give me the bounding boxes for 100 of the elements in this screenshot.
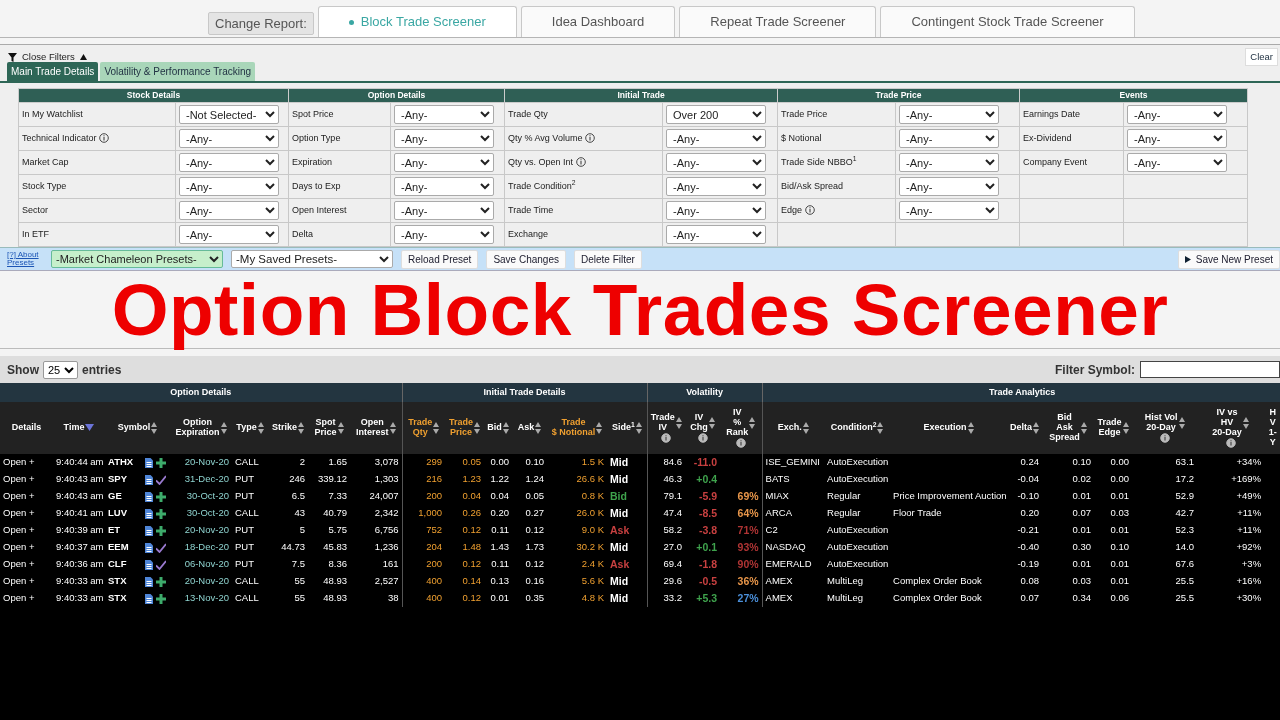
sort-icon[interactable] (389, 422, 396, 434)
document-icon[interactable] (145, 542, 153, 553)
column-header[interactable]: Ask (517, 423, 535, 433)
filter-dropdown[interactable]: -Any- (1127, 129, 1227, 148)
ticker-text[interactable]: ET (108, 523, 142, 538)
info-icon[interactable] (1225, 437, 1236, 448)
filter-dropdown[interactable]: -Any- (394, 153, 494, 172)
plus-icon[interactable] (156, 508, 166, 519)
report-tab[interactable]: Repeat Trade Screener (679, 6, 877, 37)
info-icon[interactable] (584, 133, 595, 144)
filter-dropdown[interactable]: -Any- (394, 105, 494, 124)
page-size-dropdown[interactable]: 25 (43, 360, 78, 379)
sort-icon[interactable] (1178, 416, 1185, 429)
sort-icon[interactable] (708, 416, 715, 429)
ticker-text[interactable]: STX (108, 574, 142, 589)
column-header[interactable]: Condition$^{2}$ (830, 423, 877, 433)
preset-button[interactable]: Reload Preset (401, 249, 479, 269)
plus-icon[interactable] (156, 491, 166, 502)
filter-dropdown[interactable]: -Any- (666, 129, 766, 148)
ticker-text[interactable]: SPY (108, 472, 142, 487)
sort-icon[interactable] (535, 422, 542, 434)
document-icon[interactable] (145, 508, 153, 519)
report-tab[interactable]: Idea Dashboard (520, 6, 676, 37)
filter-dropdown[interactable]: -Any- (666, 177, 766, 196)
filter-symbol-field[interactable] (1140, 361, 1280, 378)
column-header[interactable]: Strike (272, 423, 297, 433)
preset-button[interactable]: Save Changes (486, 249, 566, 269)
filter-dropdown[interactable]: -Any- (179, 201, 279, 220)
info-icon[interactable] (575, 157, 586, 168)
saved-presets-dropdown[interactable]: -My Saved Presets- (231, 250, 393, 268)
document-icon[interactable] (145, 491, 153, 502)
column-header[interactable]: Time (63, 423, 85, 433)
plus-icon[interactable] (156, 576, 166, 587)
presets-dropdown[interactable]: -Market Chameleon Presets- (51, 250, 223, 268)
document-icon[interactable] (145, 593, 153, 604)
column-header[interactable]: Side$^{1}$ (611, 423, 635, 433)
info-icon[interactable] (804, 205, 815, 216)
column-header[interactable]: Delta (1010, 423, 1033, 433)
filter-dropdown[interactable]: -Any- (666, 225, 766, 244)
save-new-preset-button[interactable]: Save New Preset (1177, 249, 1280, 269)
column-header[interactable]: Type (236, 423, 257, 433)
document-icon[interactable] (145, 576, 153, 587)
sort-icon[interactable] (151, 422, 158, 434)
clear-button[interactable]: Clear (1245, 47, 1278, 67)
filter-dropdown[interactable]: -Any- (666, 201, 766, 220)
sort-icon[interactable] (337, 422, 344, 434)
sort-icon[interactable] (257, 422, 264, 434)
report-tab[interactable]: Contingent Stock Trade Screener (880, 6, 1135, 37)
plus-icon[interactable] (156, 593, 166, 604)
sort-icon[interactable] (1033, 422, 1040, 434)
filter-dropdown[interactable]: -Not Selected- (179, 105, 279, 124)
column-header[interactable]: Details (11, 423, 42, 433)
filter-dropdown[interactable]: -Any- (899, 105, 999, 124)
filter-dropdown[interactable]: -Any- (179, 129, 279, 148)
filter-dropdown[interactable]: -Any- (394, 177, 494, 196)
close-filters-toggle[interactable]: Close Filters (22, 49, 87, 65)
sort-icon[interactable] (1242, 416, 1249, 429)
check-icon[interactable] (156, 559, 166, 570)
sort-icon[interactable] (433, 422, 440, 434)
sort-icon[interactable] (298, 422, 304, 434)
filter-dropdown[interactable]: -Any- (899, 129, 999, 148)
filter-dropdown[interactable]: -Any- (899, 201, 999, 220)
document-icon[interactable] (145, 559, 153, 570)
filter-dropdown[interactable]: -Any- (179, 225, 279, 244)
filter-dropdown[interactable]: -Any- (899, 153, 999, 172)
filter-dropdown[interactable]: -Any- (179, 153, 279, 172)
info-icon[interactable] (1159, 432, 1170, 443)
column-header[interactable]: Symbol (117, 423, 151, 433)
info-icon[interactable] (697, 432, 708, 443)
filter-tab[interactable]: Volatility & Performance Tracking (100, 62, 256, 81)
sort-icon[interactable] (502, 422, 509, 434)
filter-dropdown[interactable]: -Any- (1127, 105, 1227, 124)
column-header[interactable]: Execution (923, 423, 967, 433)
sort-icon[interactable] (220, 422, 227, 434)
sort-icon[interactable] (749, 416, 756, 429)
ticker-text[interactable]: EEM (108, 540, 142, 555)
document-icon[interactable] (145, 525, 153, 536)
column-header[interactable]: Exch. (777, 423, 802, 433)
sort-icon[interactable] (967, 422, 974, 434)
plus-icon[interactable] (156, 525, 166, 536)
info-icon[interactable] (661, 432, 672, 443)
check-icon[interactable] (156, 542, 166, 553)
sort-icon[interactable] (877, 422, 884, 434)
sort-icon[interactable] (596, 422, 603, 434)
filter-dropdown[interactable]: -Any- (179, 177, 279, 196)
sort-icon[interactable] (675, 416, 682, 429)
filter-dropdown[interactable]: Over 200 (666, 105, 766, 124)
filter-dropdown[interactable]: -Any- (899, 177, 999, 196)
sort-icon[interactable] (1080, 422, 1087, 434)
document-icon[interactable] (145, 457, 153, 468)
filter-dropdown[interactable]: -Any- (666, 153, 766, 172)
plus-icon[interactable] (156, 457, 166, 468)
ticker-text[interactable]: ATHX (108, 455, 142, 470)
sort-icon[interactable] (802, 422, 809, 434)
check-icon[interactable] (156, 474, 166, 485)
info-icon[interactable] (735, 437, 746, 448)
document-icon[interactable] (145, 474, 153, 485)
sort-descending-icon[interactable] (85, 424, 95, 432)
filter-dropdown[interactable]: -Any- (394, 129, 494, 148)
column-header[interactable]: Bid (487, 423, 502, 433)
